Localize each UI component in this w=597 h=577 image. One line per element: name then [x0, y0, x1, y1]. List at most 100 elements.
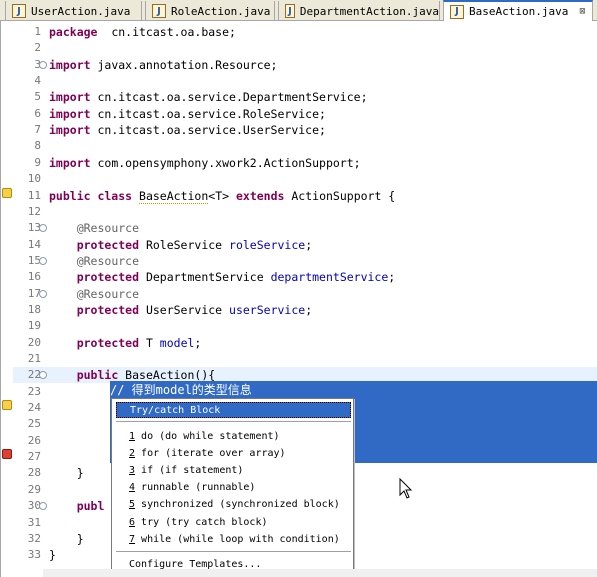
line-number: 4 — [34, 74, 41, 88]
code-token: RoleService — [139, 237, 230, 252]
popup-item-synchronized[interactable]: 5 synchronized (synchronized block) — [116, 497, 351, 513]
code-line: } — [49, 531, 84, 547]
fold-toggle-icon[interactable] — [39, 256, 47, 265]
line-number: 33 — [27, 548, 41, 562]
code-token: @Resource — [76, 253, 140, 268]
code-token: model — [159, 335, 195, 350]
java-file-icon: J — [12, 4, 26, 18]
popup-item-runnable[interactable]: 4 runnable (runnable) — [116, 480, 351, 496]
line-number: 3 — [34, 57, 41, 71]
code-token: ; — [305, 302, 313, 317]
horizontal-scrollbar[interactable] — [43, 569, 597, 577]
fold-toggle-icon[interactable] — [39, 289, 47, 298]
line-number: 13 — [27, 221, 41, 235]
code-token: roleService — [229, 237, 306, 252]
code-token: BaseAction — [139, 188, 209, 204]
tab-role-action[interactable]: J RoleAction.java — [145, 1, 275, 21]
tab-department-action[interactable]: J DepartmentAction.java — [278, 1, 440, 21]
code-line: import cn.itcast.oa.service.RoleService; — [49, 106, 326, 122]
code-line: protected UserService userService; — [49, 302, 312, 318]
line-number: 5 — [34, 90, 41, 104]
close-icon[interactable]: ⊠ — [579, 6, 585, 17]
code-token: <T> — [208, 188, 236, 203]
popup-item-try-catch-block[interactable]: Try/catch Block — [116, 402, 351, 418]
code-token: import — [49, 90, 91, 105]
tab-label: DepartmentAction.java — [299, 4, 439, 18]
code-line: @Resource — [49, 286, 139, 302]
item-text: if (if statement) — [135, 465, 244, 476]
error-marker-icon[interactable] — [2, 449, 12, 459]
line-number: 25 — [27, 417, 41, 431]
line-number: 20 — [27, 335, 41, 349]
fold-toggle-icon[interactable] — [39, 224, 47, 233]
popup-item-while[interactable]: 7 while (while loop with condition) — [116, 532, 351, 548]
popup-item-for[interactable]: 2 for (iterate over array) — [116, 446, 351, 462]
warning-marker-icon[interactable] — [2, 400, 12, 410]
code-token: javax.annotation.Resource; — [90, 57, 278, 72]
tab-base-action[interactable]: J BaseAction.java ⊠ — [443, 0, 593, 21]
code-token: cn.itcast.oa.service.RoleService; — [90, 106, 326, 121]
annotation-ruler — [1, 21, 13, 577]
code-line: import cn.itcast.oa.service.DepartmentSe… — [49, 89, 368, 105]
code-token: protected — [76, 237, 140, 252]
code-token: departmentService — [270, 270, 389, 285]
surround-with-popup: Try/catch Block 1 do (do while statement… — [111, 398, 354, 576]
tab-label: BaseAction.java — [469, 5, 569, 18]
code-token: } — [49, 531, 84, 546]
line-number: 8 — [34, 139, 41, 153]
code-token: extends — [235, 188, 285, 203]
code-token: com.opensymphony.xwork2.ActionSupport; — [90, 155, 361, 170]
code-token: ActionSupport { — [284, 188, 396, 203]
fold-toggle-icon[interactable] — [39, 502, 47, 511]
code-line: import javax.annotation.Resource; — [49, 57, 277, 73]
line-number: 11 — [27, 188, 41, 202]
code-token: import — [49, 155, 91, 170]
line-number: 23 — [27, 384, 41, 398]
item-text: synchronized (synchronized block) — [135, 499, 340, 510]
line-number: 6 — [34, 106, 41, 120]
line-number: 28 — [27, 466, 41, 480]
tab-label: UserAction.java — [31, 4, 131, 18]
code-line: protected T model; — [49, 335, 202, 351]
code-token: } — [49, 466, 84, 481]
item-text: try (try catch block) — [135, 517, 268, 528]
tab-user-action[interactable]: J UserAction.java — [5, 1, 142, 21]
line-number: 9 — [34, 155, 41, 169]
line-number: 22 — [27, 368, 41, 382]
code-token: publ — [76, 499, 105, 514]
line-number: 21 — [27, 352, 41, 365]
code-token: ; — [305, 237, 313, 252]
warning-marker-icon[interactable] — [2, 188, 12, 198]
code-line: protected DepartmentService departmentSe… — [49, 269, 396, 285]
code-token: @Resource — [76, 286, 140, 301]
code-token: public class — [49, 188, 133, 203]
item-text: runnable (runnable) — [135, 482, 256, 493]
line-number: 19 — [27, 319, 41, 333]
code-line: package cn.itcast.oa.base; — [49, 24, 236, 40]
line-number: 32 — [27, 531, 41, 545]
code-token: protected — [76, 270, 140, 285]
popup-item-do[interactable]: 1 do (do while statement) — [116, 429, 351, 445]
code-token: ; — [194, 335, 202, 350]
line-number: 1 — [34, 25, 41, 38]
fold-toggle-icon[interactable] — [39, 60, 47, 69]
popup-item-try[interactable]: 6 try (try catch block) — [116, 515, 351, 531]
code-line: @Resource — [49, 220, 139, 236]
line-number: 29 — [27, 482, 41, 496]
code-line: import cn.itcast.oa.service.UserService; — [49, 122, 326, 138]
code-editor[interactable]: 1 package cn.itcast.oa.base; 2 3 import java… — [0, 21, 597, 577]
code-token: T — [139, 335, 160, 350]
code-line: } — [49, 465, 84, 481]
code-line: } — [49, 547, 56, 563]
code-token: import — [49, 57, 91, 72]
item-text: while (while loop with condition) — [135, 534, 340, 545]
line-number: 24 — [27, 401, 41, 415]
popup-item-if[interactable]: 3 if (if statement) — [116, 463, 351, 479]
code-token: cn.itcast.oa.service.DepartmentService; — [90, 90, 368, 105]
